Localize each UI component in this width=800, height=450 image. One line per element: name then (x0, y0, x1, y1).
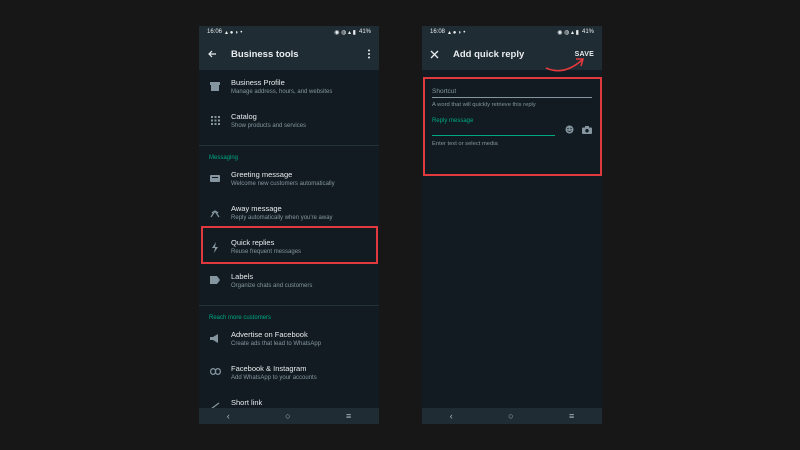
nav-home-icon[interactable]: ○ (285, 411, 290, 421)
item-subtitle: Create ads that lead to WhatsApp (231, 341, 322, 347)
item-subtitle: Welcome new customers automatically (231, 181, 335, 187)
system-nav-bar: ‹ ○ ≡ (199, 408, 379, 424)
battery-level: 41% (581, 29, 594, 35)
item-title: Greeting message (231, 170, 293, 179)
item-subtitle: Organize chats and customers (231, 283, 313, 289)
phone-business-tools: 16:06 ▴ ● ◗ • ◉ ◍ ▴ ▮ 41% Business tools… (199, 26, 379, 424)
nav-back-icon[interactable]: ‹ (450, 411, 453, 421)
greeting-icon (209, 174, 221, 188)
link-icon (209, 368, 221, 382)
highlight-form (423, 77, 602, 176)
nav-recents-icon[interactable]: ≡ (346, 411, 351, 421)
list-item-catalog[interactable]: Catalog Show products and services (199, 108, 379, 142)
notification-icons: ▴ ● ◗ • (448, 29, 466, 36)
system-nav-bar: ‹ ○ ≡ (422, 408, 602, 424)
megaphone-icon (209, 334, 221, 348)
notification-icons: ▴ ● ◗ • (225, 29, 243, 36)
store-icon (209, 82, 221, 96)
list-item-advertise-facebook[interactable]: Advertise on Facebook Create ads that le… (199, 326, 379, 360)
list-item-greeting-message[interactable]: Greeting message Welcome new customers a… (199, 166, 379, 200)
item-title: Business Profile (231, 78, 285, 87)
item-subtitle: Add WhatsApp to your accounts (231, 375, 317, 381)
status-time: 16:06 (207, 29, 223, 35)
highlight-quick-replies (201, 226, 378, 264)
item-title: Facebook & Instagram (231, 364, 307, 373)
close-icon[interactable] (430, 50, 439, 59)
item-title: Catalog (231, 112, 257, 121)
status-bar: 16:08 ▴ ● ◗ • ◉ ◍ ▴ ▮ 41% (422, 26, 602, 38)
arrow-to-save-icon (545, 58, 585, 72)
list-item-facebook-instagram[interactable]: Facebook & Instagram Add WhatsApp to you… (199, 360, 379, 394)
more-options-icon[interactable] (367, 49, 371, 59)
item-subtitle: Reply automatically when you're away (231, 215, 333, 221)
battery-level: 41% (358, 29, 371, 35)
nav-home-icon[interactable]: ○ (508, 411, 513, 421)
item-title: Advertise on Facebook (231, 330, 308, 339)
page-title: Business tools (231, 48, 299, 60)
away-icon (209, 208, 221, 222)
item-title: Labels (231, 272, 254, 281)
back-arrow-icon[interactable] (207, 49, 217, 59)
status-bar: 16:06 ▴ ● ◗ • ◉ ◍ ▴ ▮ 41% (199, 26, 379, 38)
section-header-messaging: Messaging (209, 155, 239, 161)
app-bar: Business tools (199, 38, 379, 70)
divider (199, 145, 379, 146)
nav-back-icon[interactable]: ‹ (227, 411, 230, 421)
item-subtitle: Show products and services (231, 123, 307, 129)
signal-icons: ◉ ◍ ▴ ▮ (334, 29, 356, 36)
section-header-reach: Reach more customers (209, 315, 272, 321)
grid-icon (209, 116, 221, 130)
list-item-labels[interactable]: Labels Organize chats and customers (199, 268, 379, 302)
item-title: Away message (231, 204, 282, 213)
nav-recents-icon[interactable]: ≡ (569, 411, 574, 421)
item-title: Short link (231, 398, 263, 407)
list-item-business-profile[interactable]: Business Profile Manage address, hours, … (199, 74, 379, 108)
signal-icons: ◉ ◍ ▴ ▮ (557, 29, 579, 36)
item-subtitle: Manage address, hours, and websites (231, 89, 333, 95)
label-icon (209, 276, 221, 290)
divider (199, 305, 379, 306)
status-time: 16:08 (430, 29, 446, 35)
